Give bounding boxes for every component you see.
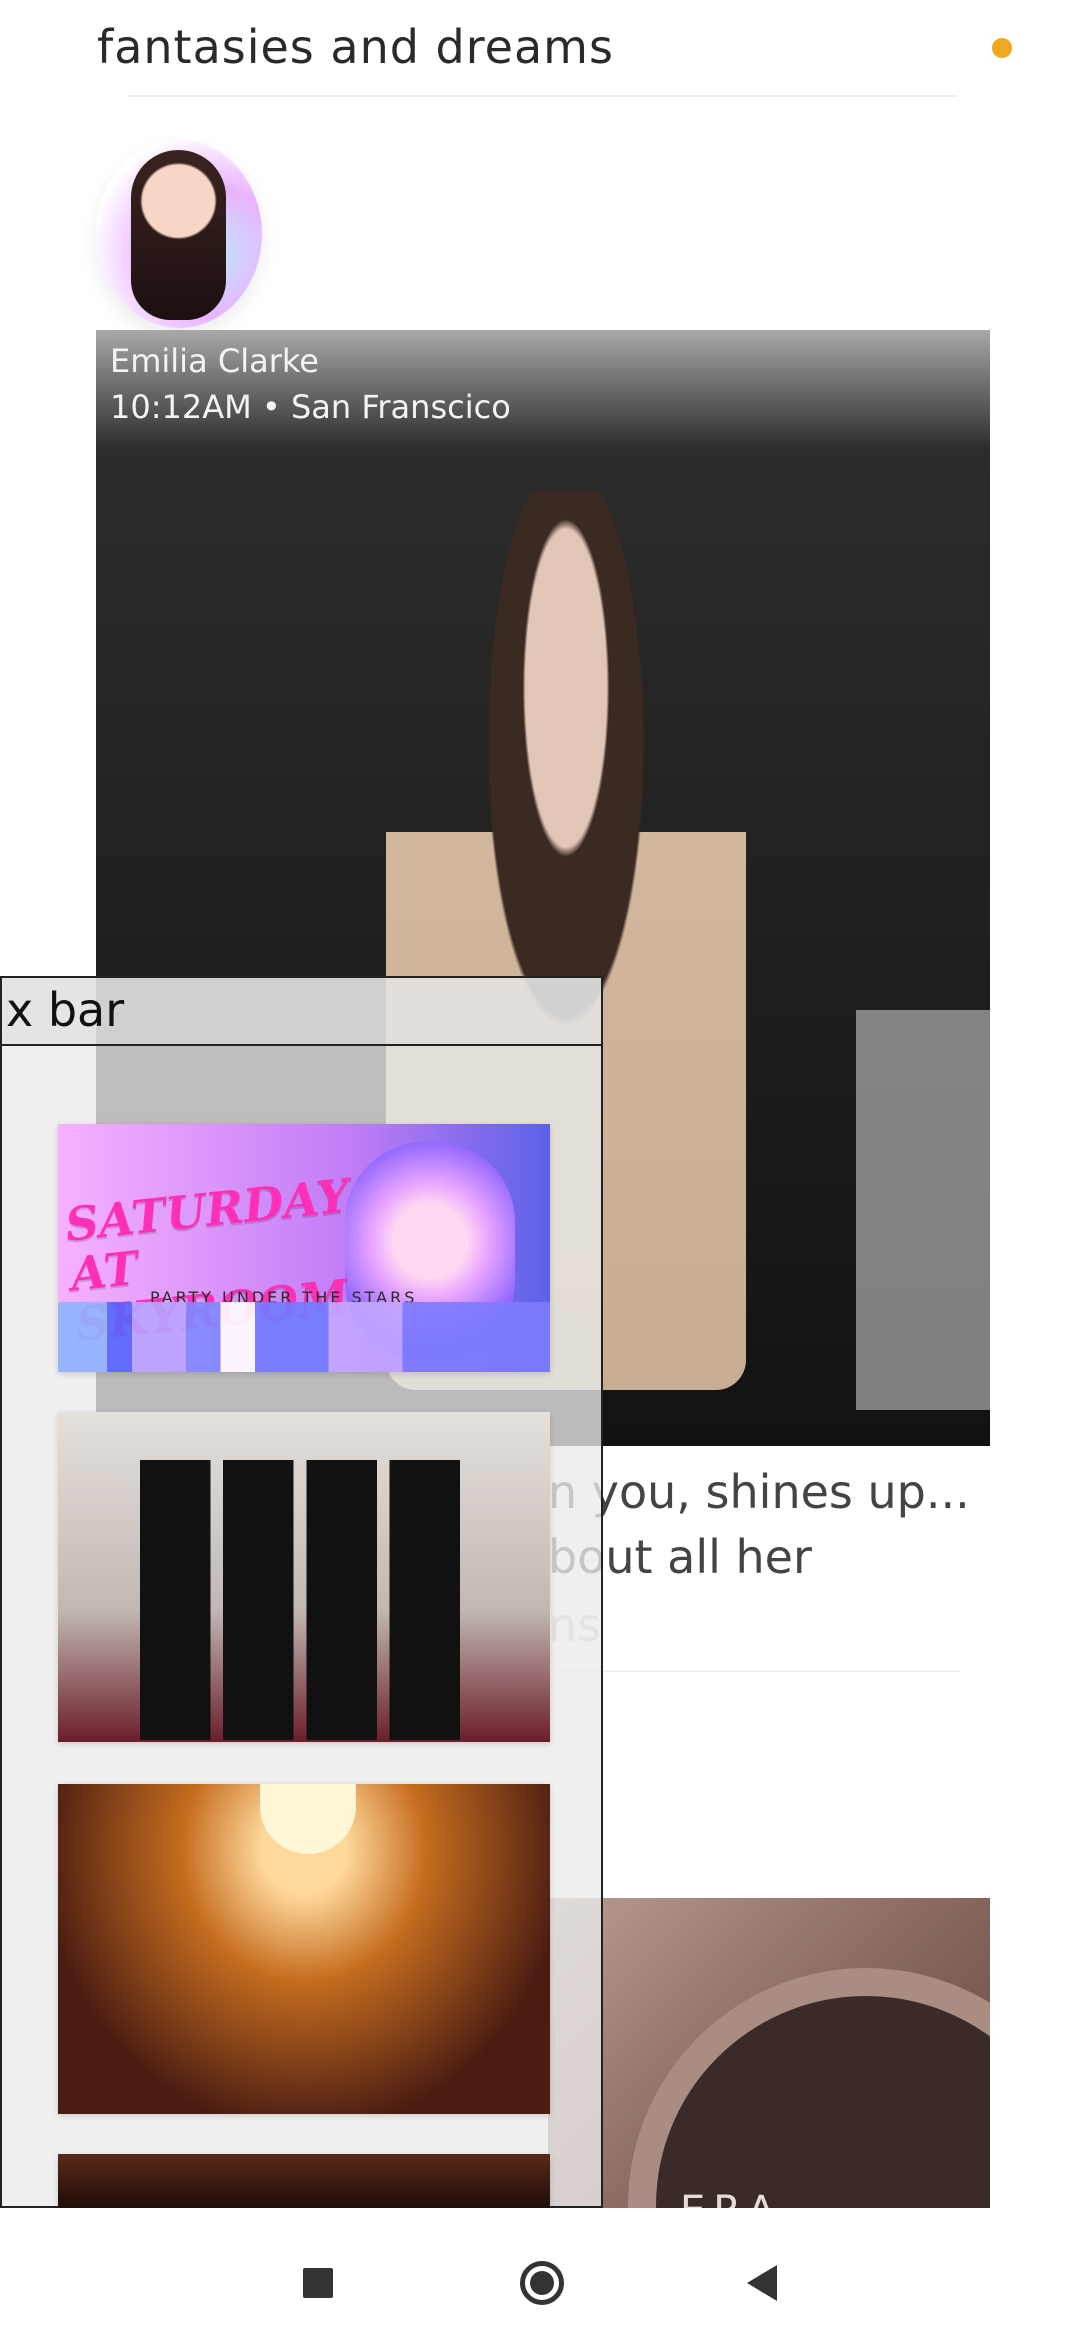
x-bar-title: x bar <box>2 978 601 1046</box>
circle-icon <box>520 2261 564 2305</box>
recents-button[interactable] <box>273 2238 363 2328</box>
square-icon <box>303 2268 333 2298</box>
x-bar-panel[interactable]: x bar SATURDAY AT SKYROOM PARTY UNDER TH… <box>0 976 603 2210</box>
notification-dot-icon <box>992 38 1012 58</box>
arch-shape <box>628 1968 990 2208</box>
author-avatar[interactable] <box>96 140 262 328</box>
second-post-photo[interactable] <box>548 1898 990 2208</box>
home-button[interactable] <box>497 2238 587 2328</box>
event-title-line1: SATURDAY <box>62 1168 352 1252</box>
musicians-figures <box>140 1460 460 1740</box>
skyline-graphic <box>58 1302 550 1372</box>
feed-headline: fantasies and dreams <box>97 20 614 74</box>
opera-hall-thumbnail[interactable] <box>58 1784 550 2114</box>
chandelier-graphic <box>260 1784 356 1854</box>
post-meta: 10:12AM • San Franscico <box>110 388 511 426</box>
avatar-photo <box>131 150 226 320</box>
back-button[interactable] <box>717 2238 807 2328</box>
musicians-thumbnail[interactable] <box>58 1412 550 1742</box>
performance-thumbnail[interactable] <box>58 2154 550 2210</box>
header-divider <box>128 95 958 97</box>
post-divider <box>560 1670 960 1672</box>
photo-background-rail <box>856 1010 990 1410</box>
system-navigation-bar <box>0 2208 1080 2340</box>
author-name[interactable]: Emilia Clarke <box>110 342 319 380</box>
event-thumbnail[interactable]: SATURDAY AT SKYROOM PARTY UNDER THE STAR… <box>58 1124 550 1372</box>
triangle-back-icon <box>747 2265 777 2301</box>
post-caption-line: n you, shines up... <box>548 1465 970 1519</box>
